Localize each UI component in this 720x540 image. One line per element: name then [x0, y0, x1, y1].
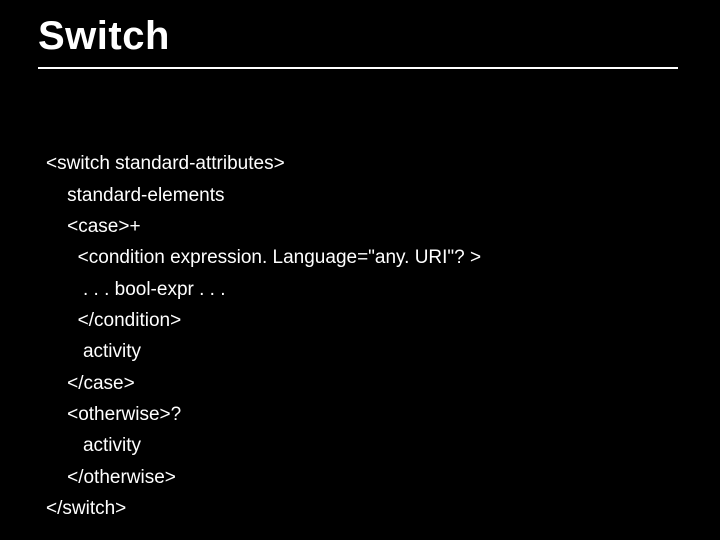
code-line: activity: [46, 341, 141, 362]
slide: Switch <switch standard-attributes> stan…: [0, 0, 720, 540]
code-line: </otherwise>: [46, 467, 176, 488]
code-line: standard-elements: [46, 185, 224, 206]
code-line: activity: [46, 435, 141, 456]
code-line: <switch standard-attributes>: [46, 153, 285, 174]
code-line: <otherwise>?: [46, 404, 181, 425]
code-line: <case>+: [46, 216, 141, 237]
code-line: </case>: [46, 373, 135, 394]
code-line: </switch>: [46, 498, 126, 519]
page-title: Switch: [38, 14, 682, 61]
code-line: <condition expression. Language="any. UR…: [46, 247, 481, 268]
title-underline: [38, 67, 678, 69]
code-block: <switch standard-attributes> standard-el…: [38, 117, 682, 524]
code-line: </condition>: [46, 310, 181, 331]
code-line: . . . bool-expr . . .: [46, 279, 226, 300]
